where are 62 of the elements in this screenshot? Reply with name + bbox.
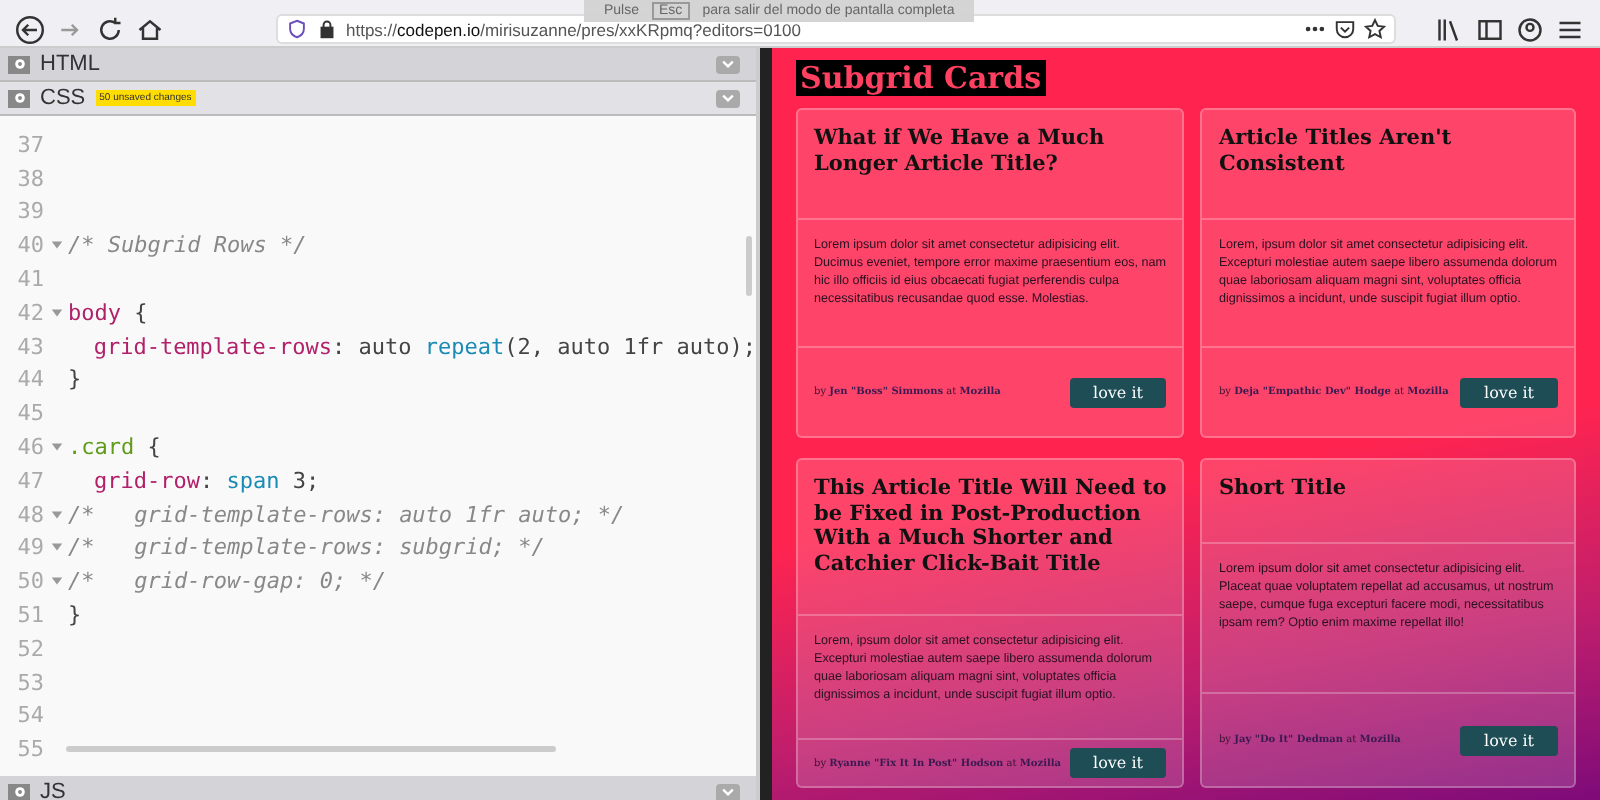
- page-title: Subgrid Cards: [796, 60, 1046, 96]
- love-button[interactable]: love it: [1460, 725, 1558, 755]
- line-number: 40: [15, 232, 44, 259]
- code-line: }: [68, 602, 82, 629]
- code-line: body {: [68, 299, 148, 326]
- love-button[interactable]: love it: [1460, 377, 1558, 407]
- line-number: 52: [15, 635, 44, 662]
- line-number: 50: [15, 568, 44, 595]
- card-title: Article Titles Aren't Consistent: [1202, 110, 1574, 220]
- address-bar[interactable]: https://codepen.io/mirisuzanne/pres/xxKRpmq?editors=0100: [276, 14, 1396, 44]
- code-line: grid-template-rows: auto repeat(2, auto 1fr auto);: [91, 333, 756, 360]
- code-line: /* grid-template-rows: subgrid; */: [68, 534, 545, 561]
- settings-icon[interactable]: [8, 89, 30, 107]
- line-number: 44: [15, 366, 44, 393]
- line-number: 41: [15, 266, 44, 293]
- code-line: grid-row: span 3;: [92, 467, 320, 494]
- line-number: 51: [15, 602, 44, 629]
- line-number: 39: [15, 198, 44, 225]
- collapse-icon[interactable]: [716, 89, 740, 107]
- reload-icon[interactable]: [96, 15, 124, 43]
- card-title: This Article Title Will Need to be Fixed in Post-Production With a Much Shorter and Catchier Click-Bait Title: [798, 460, 1183, 616]
- line-number: 37: [15, 131, 44, 158]
- line-number: 45: [15, 400, 44, 427]
- code-line: /* grid-template-rows: auto 1fr auto; */: [68, 501, 625, 528]
- love-button[interactable]: love it: [1069, 377, 1167, 407]
- line-number: 54: [15, 702, 44, 729]
- panel-title: HTML: [40, 52, 100, 76]
- settings-icon[interactable]: [8, 783, 30, 800]
- scrollbar[interactable]: [746, 236, 752, 296]
- line-number: 53: [15, 669, 44, 696]
- lock-icon[interactable]: [316, 18, 338, 40]
- panel-title: JS: [40, 780, 66, 800]
- panel-header[interactable]: JS: [0, 776, 756, 800]
- line-number: 38: [15, 165, 44, 192]
- line-number: 43: [15, 333, 44, 360]
- star-icon[interactable]: [1364, 18, 1386, 40]
- code-line: }: [68, 366, 82, 393]
- library-icon[interactable]: [1436, 15, 1464, 43]
- scrollbar[interactable]: [66, 746, 556, 752]
- url-text: https://codepen.io/mirisuzanne/pres/xxKRpmq?editors=0100: [346, 19, 802, 39]
- sidebar-icon[interactable]: [1476, 15, 1504, 43]
- shield-icon[interactable]: [286, 18, 308, 40]
- code-line: /* grid-row-gap: 0; */: [68, 568, 386, 595]
- code-line: /* Subgrid Rows */: [68, 232, 307, 259]
- panel-header[interactable]: HTML: [0, 48, 756, 82]
- home-icon[interactable]: [136, 15, 164, 43]
- line-number: 42: [15, 299, 44, 326]
- pocket-icon[interactable]: [1334, 18, 1356, 40]
- line-number: 48: [15, 501, 44, 528]
- panel-title: CSS: [40, 86, 86, 110]
- line-number: 55: [15, 736, 44, 763]
- collapse-icon[interactable]: [716, 55, 740, 73]
- love-button[interactable]: love it: [1069, 748, 1167, 778]
- line-number: 46: [15, 434, 44, 461]
- line-number: 47: [15, 467, 44, 494]
- settings-icon[interactable]: [8, 55, 30, 73]
- collapse-icon[interactable]: [716, 783, 740, 800]
- line-number: 49: [15, 534, 44, 561]
- account-icon[interactable]: [1516, 15, 1544, 43]
- code-line: .card {: [68, 434, 161, 461]
- card-title: Short Title: [1202, 460, 1574, 544]
- card-title: What if We Have a Much Longer Article Title?: [798, 110, 1183, 220]
